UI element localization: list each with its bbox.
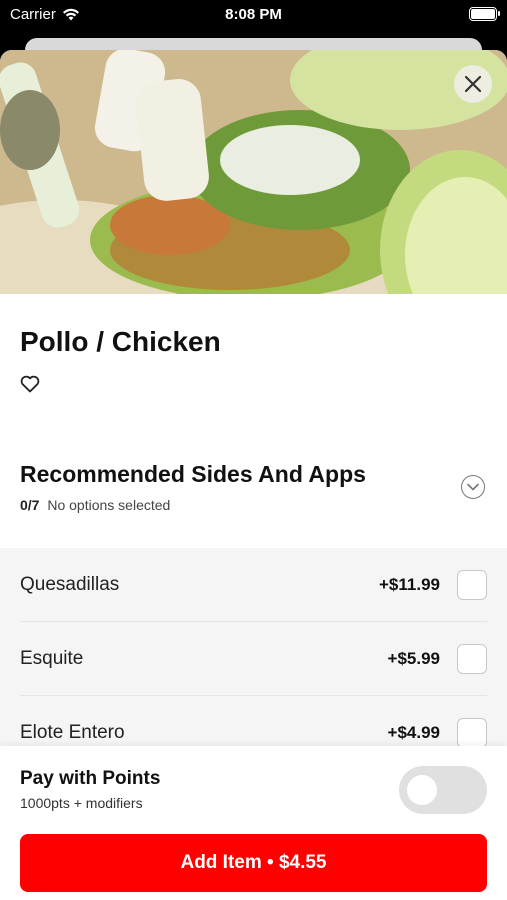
- option-price: +$4.99: [387, 723, 440, 742]
- add-item-button[interactable]: Add Item • $4.55: [20, 834, 487, 892]
- option-row-quesadillas[interactable]: Quesadillas +$11.99: [20, 548, 487, 622]
- selection-status: No options selected: [47, 497, 171, 513]
- status-time: 8:08 PM: [225, 6, 282, 23]
- close-button[interactable]: [454, 65, 492, 103]
- heart-outline-icon[interactable]: [20, 375, 40, 393]
- points-subtitle: 1000pts + modifiers: [20, 795, 143, 811]
- option-checkbox[interactable]: [457, 570, 487, 600]
- option-row-esquite[interactable]: Esquite +$5.99: [20, 622, 487, 696]
- option-checkbox[interactable]: [457, 644, 487, 674]
- option-checkbox[interactable]: [457, 718, 487, 748]
- option-price: +$11.99: [379, 575, 440, 594]
- chevron-down-circle-icon: [467, 483, 479, 491]
- option-name: Elote Entero: [20, 722, 125, 743]
- points-title: Pay with Points: [20, 768, 161, 789]
- item-photo: [0, 50, 507, 294]
- item-title: Pollo / Chicken: [20, 326, 221, 357]
- section-status: 0/7 No options selected: [20, 497, 170, 513]
- option-price: +$5.99: [387, 649, 440, 668]
- close-icon: [464, 75, 482, 93]
- checkout-footer: Pay with Points 1000pts + modifiers Add …: [0, 746, 507, 900]
- item-detail-sheet: Pollo / Chicken Recommended Sides And Ap…: [0, 50, 507, 900]
- toggle-knob: [407, 775, 437, 805]
- option-name: Quesadillas: [20, 574, 120, 595]
- section-title: Recommended Sides And Apps: [20, 461, 366, 487]
- battery-icon: [469, 7, 500, 21]
- selection-count: 0/7: [20, 497, 40, 513]
- option-name: Esquite: [20, 648, 84, 669]
- status-bar: Carrier 8:08 PM: [0, 0, 507, 30]
- pay-with-points-toggle[interactable]: [399, 766, 487, 814]
- section-expand-button[interactable]: [461, 475, 485, 499]
